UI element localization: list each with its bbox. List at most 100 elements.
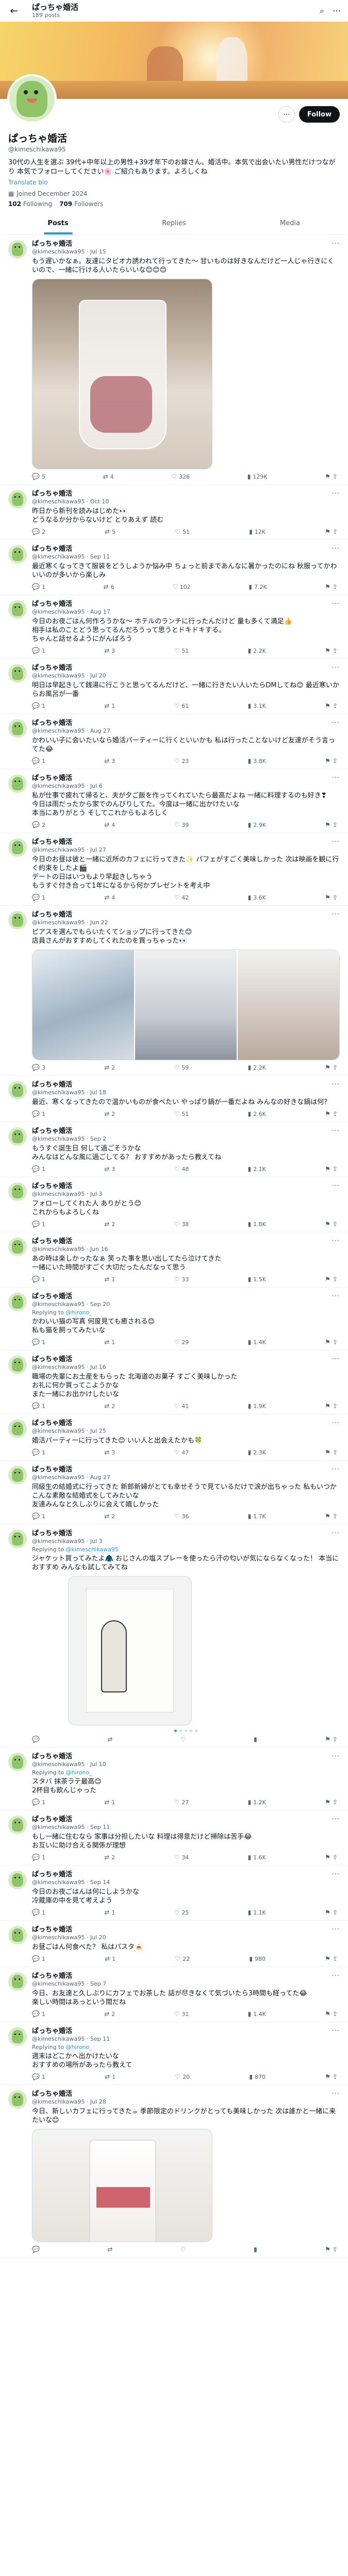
bookmark-icon[interactable]: ⚑: [325, 647, 330, 654]
bookmark-icon[interactable]: ⚑: [325, 757, 330, 765]
share-icon[interactable]: ⇪: [333, 1402, 338, 1410]
repost-button[interactable]: ⇄ 1: [104, 1276, 115, 1283]
more-icon[interactable]: ···: [332, 1419, 340, 1427]
like-button[interactable]: ♡: [180, 1736, 188, 1743]
more-icon[interactable]: ···: [332, 1293, 340, 1300]
tweet[interactable]: ぱっちゃ婚活 @kimeschikawa95 · Aug 27 ··· 同級生の結婚式…: [0, 1461, 348, 1524]
tweet-author-name[interactable]: ぱっちゃ婚活: [32, 2090, 106, 2098]
more-icon[interactable]: ···: [332, 600, 340, 608]
repost-button[interactable]: ⇄ 1: [104, 702, 115, 709]
bookmark-icon[interactable]: ⚑: [325, 1402, 330, 1410]
share-icon[interactable]: ⇪: [333, 1909, 338, 1916]
views-button[interactable]: ▮ 3.6K: [248, 894, 266, 901]
tweet-avatar[interactable]: [8, 664, 27, 683]
tweet[interactable]: ぱっちゃ婚活 @kimeschikawa95 · Oct 10 ··· 昨日から新刊を…: [0, 485, 348, 540]
tweet[interactable]: ぱっちゃ婚活 @kimeschikawa95 · Jul 18 ··· 最近、寒くなっ…: [0, 1076, 348, 1122]
share-icon[interactable]: ⇪: [333, 1110, 338, 1117]
views-button[interactable]: ▮ 2.1K: [248, 1165, 266, 1173]
like-button[interactable]: ♡ 61: [174, 702, 189, 709]
like-button[interactable]: ♡ 27: [174, 1799, 189, 1806]
tweet-avatar[interactable]: [8, 1419, 27, 1438]
tweet-avatar[interactable]: [8, 490, 27, 509]
like-button[interactable]: ♡ 36: [174, 1513, 189, 1520]
tweet-author-name[interactable]: ぱっちゃ婚活: [32, 490, 109, 498]
tweet-avatar[interactable]: [8, 1753, 27, 1771]
tweet-author-name[interactable]: ぱっちゃ婚活: [32, 1238, 108, 1246]
more-icon[interactable]: ⋯: [333, 6, 341, 16]
share-icon[interactable]: ⇪: [333, 1854, 338, 1861]
bookmark-icon[interactable]: ⚑: [325, 1064, 330, 1071]
bookmark-icon[interactable]: ⚑: [325, 1221, 330, 1228]
tweet[interactable]: ぱっちゃ婚活 @kimeschikawa95 · Jul 28 ··· 今日、新しいカ…: [0, 2085, 348, 2258]
more-icon[interactable]: ···: [332, 1972, 340, 1980]
tweet-author-name[interactable]: ぱっちゃ婚活: [32, 911, 108, 919]
tweet[interactable]: ぱっちゃ婚活 @kimeschikawa95 · Jul 3 ··· Replying…: [0, 1524, 348, 1748]
reply-button[interactable]: 💬 1: [32, 1165, 45, 1173]
like-button[interactable]: ♡ 38: [174, 1221, 189, 1228]
tweet[interactable]: ぱっちゃ婚活 @kimeschikawa95 · Jul 20 ··· お昼ごはん何食…: [0, 1921, 348, 1967]
tweet-avatar[interactable]: [8, 1293, 27, 1311]
views-button[interactable]: ▮ 12K: [249, 528, 266, 535]
bookmark-icon[interactable]: ⚑: [325, 1736, 330, 1743]
share-icon[interactable]: ⇪: [333, 2073, 338, 2080]
views-button[interactable]: ▮ 980: [249, 1955, 266, 1962]
repost-button[interactable]: ⇄ 3: [104, 647, 115, 654]
views-button[interactable]: ▮ 2.6K: [248, 1110, 266, 1117]
tweet[interactable]: ぱっちゃ婚活 @kimeschikawa95 · Jul 20 ··· 明日は早起きし…: [0, 659, 348, 714]
like-button[interactable]: ♡ 51: [174, 647, 189, 654]
like-button[interactable]: ♡ 51: [174, 1110, 189, 1117]
follow-button[interactable]: Follow: [299, 106, 340, 123]
bookmark-icon[interactable]: ⚑: [325, 1338, 330, 1346]
more-icon[interactable]: ···: [332, 1466, 340, 1473]
views-button[interactable]: ▮ 1.5K: [248, 1276, 266, 1283]
repost-button[interactable]: ⇄ 2: [104, 1064, 115, 1071]
tweet-avatar[interactable]: [8, 1972, 27, 1991]
share-icon[interactable]: ⇪: [333, 1799, 338, 1806]
tweet[interactable]: ぱっちゃ婚活 @kimeschikawa95 · Jul 3 ··· フォローしてくれ…: [0, 1177, 348, 1232]
more-icon[interactable]: ···: [332, 1530, 340, 1537]
share-icon[interactable]: ⇪: [333, 702, 338, 709]
tab-media[interactable]: Media: [232, 213, 348, 234]
tweet-avatar[interactable]: [8, 1355, 27, 1374]
tweet-avatar[interactable]: [8, 1816, 27, 1834]
reply-handle[interactable]: @hirono_: [66, 1309, 92, 1316]
tweet[interactable]: ぱっちゃ婚活 @kimeschikawa95 · Jul 27 ··· 今日のお昼は彼…: [0, 833, 348, 906]
reply-button[interactable]: 💬: [32, 1736, 42, 1743]
share-icon[interactable]: ⇪: [333, 647, 338, 654]
tweet[interactable]: ぱっちゃ婚活 @kimeschikawa95 · Sep 7 ··· 今日、お友達と久…: [0, 1967, 348, 2022]
tweet-avatar[interactable]: [8, 1926, 27, 1944]
tweet-author-name[interactable]: ぱっちゃ婚活: [32, 719, 110, 727]
repost-button[interactable]: ⇄ 3: [104, 1165, 115, 1173]
like-button[interactable]: ♡ 25: [174, 1909, 189, 1916]
share-icon[interactable]: ⇪: [333, 1064, 338, 1071]
views-button[interactable]: ▮ 1.9K: [248, 1402, 266, 1410]
tweet-avatar[interactable]: [8, 1871, 27, 1889]
carousel-dot[interactable]: [195, 1730, 197, 1732]
more-icon[interactable]: ···: [332, 1238, 340, 1245]
tweet-avatar[interactable]: [8, 1238, 27, 1256]
reply-button[interactable]: 💬 1: [32, 583, 45, 590]
bookmark-icon[interactable]: ⚑: [325, 2010, 330, 2018]
more-icon[interactable]: ···: [332, 1355, 340, 1363]
tweet-image[interactable]: [32, 2129, 212, 2242]
repost-button[interactable]: ⇄ 3: [104, 757, 115, 765]
tweet[interactable]: ぱっちゃ婚活 @kimeschikawa95 · Sep 11 ··· 最近寒くなって…: [0, 540, 348, 595]
tweet-image[interactable]: [32, 279, 212, 469]
tweet[interactable]: ぱっちゃ婚活 @kimeschikawa95 · Sep 20 ··· Replyin…: [0, 1287, 348, 1350]
more-icon[interactable]: ···: [332, 719, 340, 727]
carousel-dot[interactable]: [179, 1730, 182, 1732]
reply-button[interactable]: 💬 1: [32, 1513, 45, 1520]
tweet-author-name[interactable]: ぱっちゃ婚活: [32, 2027, 110, 2036]
bookmark-icon[interactable]: ⚑: [325, 1955, 330, 1962]
tweet[interactable]: ぱっちゃ婚活 @kimeschikawa95 · Jul 15 ··· もう遅いかなぁ…: [0, 235, 348, 485]
tweet[interactable]: ぱっちゃ婚活 @kimeschikawa95 · Jun 22 ··· ピアスを選んで…: [0, 906, 348, 1076]
repost-button[interactable]: ⇄ 2: [104, 1221, 115, 1228]
tweet-author-name[interactable]: ぱっちゃ婚活: [32, 1530, 103, 1538]
like-button[interactable]: ♡ 48: [174, 1165, 189, 1173]
carousel-dot[interactable]: [185, 1730, 187, 1732]
tweet-author-name[interactable]: ぱっちゃ婚活: [32, 1753, 106, 1761]
share-icon[interactable]: ⇪: [333, 1449, 338, 1456]
bookmark-icon[interactable]: ⚑: [325, 702, 330, 709]
more-icon[interactable]: ···: [332, 490, 340, 498]
tweet-avatar[interactable]: [8, 911, 27, 929]
